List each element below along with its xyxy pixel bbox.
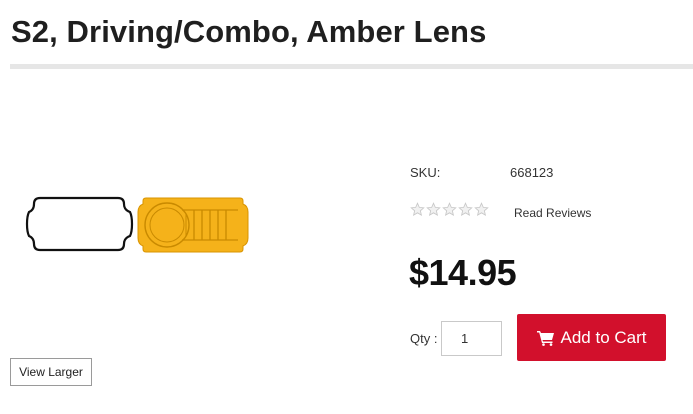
star-empty-icon [458,202,473,217]
star-empty-icon [426,202,441,217]
star-empty-icon [410,202,425,217]
product-image[interactable] [24,190,254,260]
sku-value: 668123 [510,165,554,180]
add-to-cart-label: Add to Cart [560,327,647,347]
star-rating[interactable] [410,202,489,218]
add-to-cart-button[interactable]: Add to Cart [517,314,666,361]
quantity-input[interactable] [441,321,502,356]
title-divider [10,64,693,69]
view-larger-button[interactable]: View Larger [10,358,92,386]
shopping-cart-icon [536,330,554,346]
amber-lens [137,197,249,253]
sku-label: SKU: [410,165,441,180]
star-empty-icon [474,202,489,217]
gasket-outline [25,196,134,252]
qty-label: Qty : [410,331,438,346]
read-reviews-link[interactable]: Read Reviews [514,206,591,220]
page-title: S2, Driving/Combo, Amber Lens [11,14,487,49]
star-empty-icon [442,202,457,217]
product-price: $14.95 [409,252,517,293]
